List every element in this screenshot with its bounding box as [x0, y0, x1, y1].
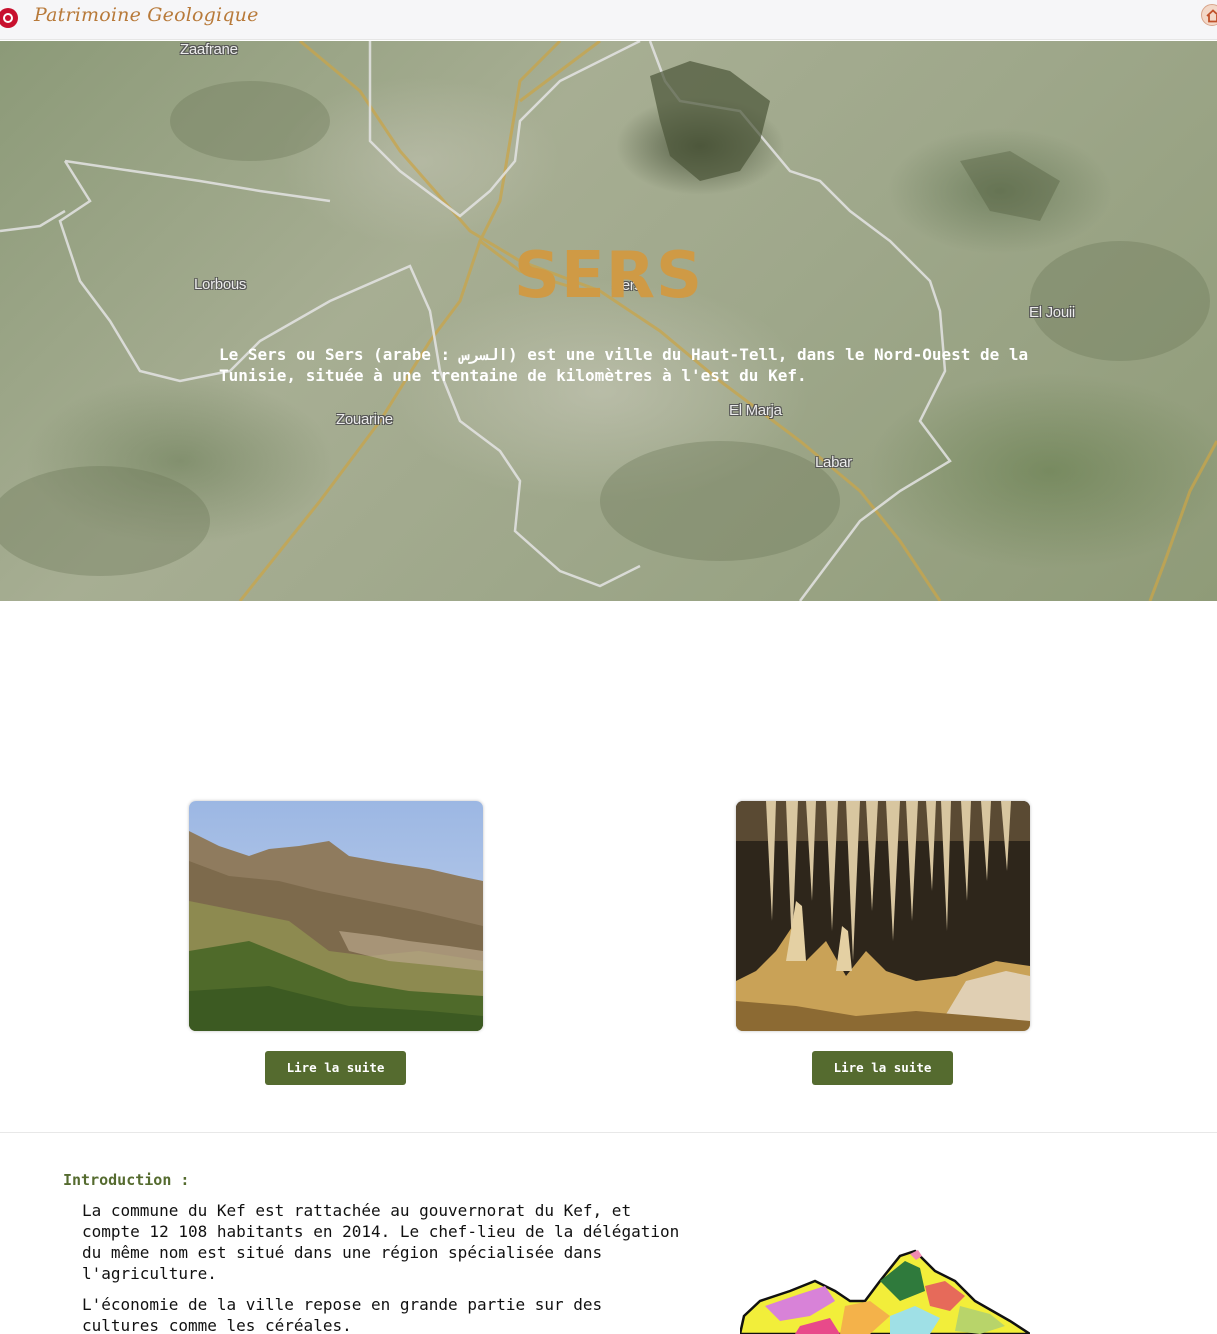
satellite-map-background: [0, 41, 1217, 601]
geological-map-image: [740, 1249, 1030, 1334]
top-navbar: Patrimoine Geologique: [0, 0, 1217, 40]
intro-paragraph-2: L'économie de la ville repose en grande …: [82, 1295, 603, 1334]
section-divider: [0, 1132, 1217, 1133]
map-label-zaafrane: Zaafrane: [180, 41, 238, 58]
tunisia-flag-icon[interactable]: [0, 8, 18, 28]
hero-description: Le Sers ou Sers (arabe : السرس) est une …: [219, 345, 1029, 385]
home-icon: [1206, 9, 1217, 23]
hero-title: SERS: [513, 239, 704, 313]
cave-stalactites-photo: [736, 801, 1030, 1031]
mountain-card-image[interactable]: [189, 801, 483, 1031]
mountain-landscape-photo: [189, 801, 483, 1031]
intro-paragraph-1: La commune du Kef est rattachée au gouve…: [82, 1201, 680, 1283]
read-more-button-2[interactable]: Lire la suite: [812, 1051, 953, 1085]
home-button[interactable]: [1201, 4, 1217, 26]
map-label-labar: Labar: [815, 454, 852, 471]
map-label-zouarine: Zouarine: [336, 411, 393, 428]
map-label-el-marja: El Marja: [729, 402, 782, 419]
site-brand[interactable]: Patrimoine Geologique: [34, 4, 259, 26]
hero-map-banner: Zaafrane Lorbous Sers El Jouii Zouarine …: [0, 41, 1217, 601]
intro-heading: Introduction :: [63, 1171, 190, 1189]
cave-card-image[interactable]: [736, 801, 1030, 1031]
read-more-button-1[interactable]: Lire la suite: [265, 1051, 406, 1085]
